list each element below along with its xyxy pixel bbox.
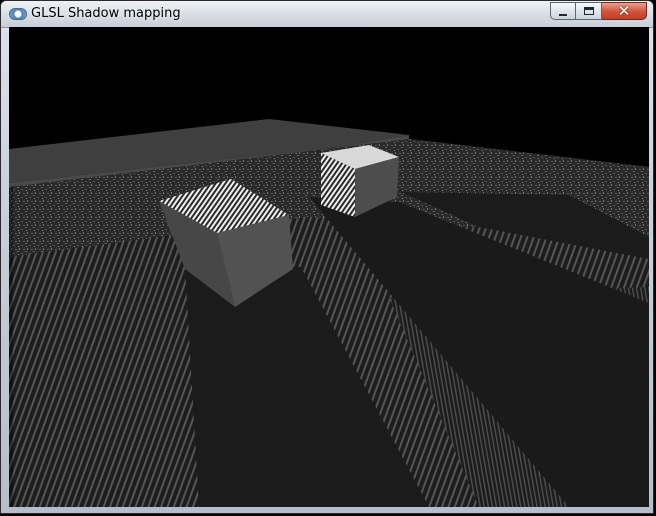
title-bar[interactable]: GLSL Shadow mapping ✕ <box>1 1 653 28</box>
minimize-icon <box>559 13 567 16</box>
maximize-icon <box>583 7 594 15</box>
maximize-button[interactable] <box>576 2 602 20</box>
close-icon: ✕ <box>617 2 631 20</box>
close-button[interactable]: ✕ <box>602 2 647 20</box>
render-viewport[interactable] <box>9 27 649 507</box>
application-window: GLSL Shadow mapping ✕ <box>0 0 654 514</box>
window-title: GLSL Shadow mapping <box>31 6 181 21</box>
scene-render <box>9 27 649 507</box>
window-controls: ✕ <box>550 2 647 20</box>
minimize-button[interactable] <box>550 2 576 20</box>
left-edge-shade <box>9 187 13 507</box>
opengl-window-icon[interactable] <box>9 8 27 20</box>
